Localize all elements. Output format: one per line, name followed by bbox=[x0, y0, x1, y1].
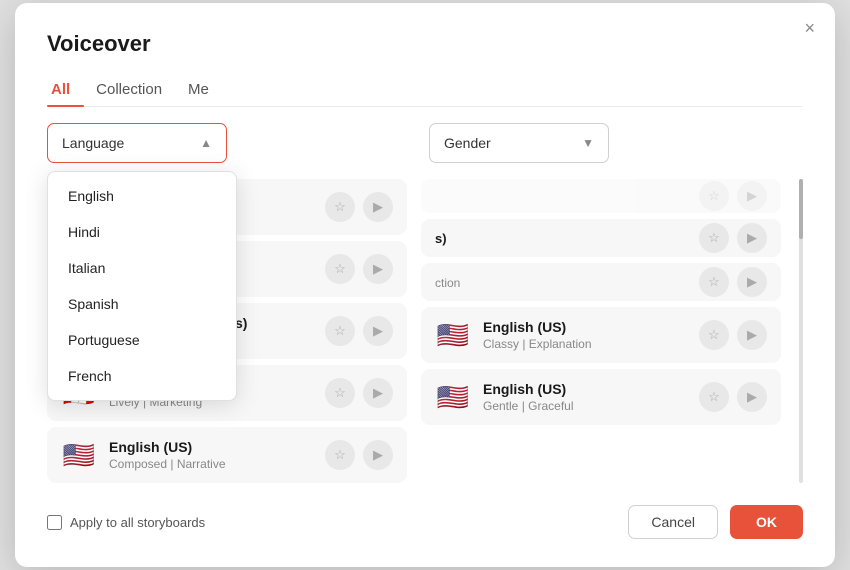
apply-all-checkbox[interactable] bbox=[47, 515, 62, 530]
voice-actions-3: ☆ ▶ bbox=[325, 316, 393, 346]
cancel-button[interactable]: Cancel bbox=[628, 505, 718, 539]
voice-tags-r2: Gentle | Graceful bbox=[483, 399, 687, 413]
dropdown-item-spanish[interactable]: Spanish bbox=[48, 286, 236, 322]
play-button-rp2[interactable]: ▶ bbox=[737, 267, 767, 297]
play-button-5[interactable]: ▶ bbox=[363, 440, 393, 470]
voice-actions-right-top: ☆ ▶ bbox=[699, 181, 767, 211]
footer-row: Apply to all storyboards Cancel OK bbox=[47, 505, 803, 539]
voice-card-us-r1: 🇺🇸 English (US) Classy | Explanation ☆ ▶ bbox=[421, 307, 781, 363]
favorite-button-rp[interactable]: ☆ bbox=[699, 223, 729, 253]
voice-actions-r2: ☆ ▶ bbox=[699, 382, 767, 412]
play-button-4[interactable]: ▶ bbox=[363, 378, 393, 408]
favorite-button-rp2[interactable]: ☆ bbox=[699, 267, 729, 297]
voice-actions-r1: ☆ ▶ bbox=[699, 320, 767, 350]
language-select-wrapper: Language ▲ English Hindi Italian Spanish bbox=[47, 123, 227, 163]
dropdown-item-italian[interactable]: Italian bbox=[48, 250, 236, 286]
dropdown-item-english[interactable]: English bbox=[48, 178, 236, 214]
favorite-button-1[interactable]: ☆ bbox=[325, 192, 355, 222]
voice-name-rp: s) bbox=[435, 231, 687, 246]
play-button-2[interactable]: ▶ bbox=[363, 254, 393, 284]
footer-buttons: Cancel OK bbox=[628, 505, 803, 539]
scrollbar-track bbox=[799, 179, 803, 483]
voice-actions-5: ☆ ▶ bbox=[325, 440, 393, 470]
play-button-r2[interactable]: ▶ bbox=[737, 382, 767, 412]
language-select[interactable]: Language ▲ bbox=[47, 123, 227, 163]
ok-button[interactable]: OK bbox=[730, 505, 803, 539]
favorite-button-r0[interactable]: ☆ bbox=[699, 181, 729, 211]
language-dropdown: English Hindi Italian Spanish Portuguese… bbox=[47, 171, 237, 401]
voice-actions-rp: ☆ ▶ bbox=[699, 223, 767, 253]
dropdown-item-portuguese[interactable]: Portuguese bbox=[48, 322, 236, 358]
dropdown-item-french[interactable]: French bbox=[48, 358, 236, 394]
voice-name-5: English (US) bbox=[109, 439, 313, 455]
tab-collection[interactable]: Collection bbox=[92, 75, 176, 106]
voice-card-right-partial2: ction ☆ ▶ bbox=[421, 263, 781, 301]
voice-card-us-left: 🇺🇸 English (US) Composed | Narrative ☆ ▶ bbox=[47, 427, 407, 483]
voice-tags-5: Composed | Narrative bbox=[109, 457, 313, 471]
favorite-button-5[interactable]: ☆ bbox=[325, 440, 355, 470]
voice-actions-1: ☆ ▶ bbox=[325, 192, 393, 222]
voice-tags-rp2: ction bbox=[435, 276, 687, 290]
voice-info-r2: English (US) Gentle | Graceful bbox=[483, 381, 687, 413]
voice-actions-4: ☆ ▶ bbox=[325, 378, 393, 408]
voice-info-5: English (US) Composed | Narrative bbox=[109, 439, 313, 471]
gender-select[interactable]: Gender ▼ bbox=[429, 123, 609, 163]
flag-us-r1: 🇺🇸 bbox=[435, 320, 471, 351]
filters-row: Language ▲ English Hindi Italian Spanish bbox=[47, 123, 803, 163]
apply-all-label[interactable]: Apply to all storyboards bbox=[47, 515, 205, 530]
close-button[interactable]: × bbox=[804, 19, 815, 37]
modal-title: Voiceover bbox=[47, 31, 803, 57]
favorite-button-r1[interactable]: ☆ bbox=[699, 320, 729, 350]
voice-name-r2: English (US) bbox=[483, 381, 687, 397]
gender-chevron-down-icon: ▼ bbox=[582, 136, 594, 150]
favorite-button-2[interactable]: ☆ bbox=[325, 254, 355, 284]
play-button-1[interactable]: ▶ bbox=[363, 192, 393, 222]
flag-us-r2: 🇺🇸 bbox=[435, 382, 471, 413]
tab-all[interactable]: All bbox=[47, 75, 84, 106]
play-button-3[interactable]: ▶ bbox=[363, 316, 393, 346]
voice-name-r1: English (US) bbox=[483, 319, 687, 335]
tab-me[interactable]: Me bbox=[184, 75, 223, 106]
voice-card-us-r2: 🇺🇸 English (US) Gentle | Graceful ☆ ▶ bbox=[421, 369, 781, 425]
voice-tags-r1: Classy | Explanation bbox=[483, 337, 687, 351]
play-button-r0[interactable]: ▶ bbox=[737, 181, 767, 211]
right-voice-list: ☆ ▶ s) ☆ ▶ ction ☆ bbox=[421, 179, 781, 483]
favorite-button-r2[interactable]: ☆ bbox=[699, 382, 729, 412]
language-chevron-up-icon: ▲ bbox=[200, 136, 212, 150]
play-button-r1[interactable]: ▶ bbox=[737, 320, 767, 350]
favorite-button-3[interactable]: ☆ bbox=[325, 316, 355, 346]
tabs-row: All Collection Me bbox=[47, 75, 803, 107]
voice-info-rp2: ction bbox=[435, 274, 687, 290]
voice-info-r1: English (US) Classy | Explanation bbox=[483, 319, 687, 351]
dropdown-item-hindi[interactable]: Hindi bbox=[48, 214, 236, 250]
voiceover-modal: × Voiceover All Collection Me Language ▲… bbox=[15, 3, 835, 567]
voice-card-right-top: ☆ ▶ bbox=[421, 179, 781, 213]
voice-actions-2: ☆ ▶ bbox=[325, 254, 393, 284]
play-button-rp[interactable]: ▶ bbox=[737, 223, 767, 253]
voice-card-right-partial: s) ☆ ▶ bbox=[421, 219, 781, 257]
scrollbar-thumb[interactable] bbox=[799, 179, 803, 239]
voice-info-rp: s) bbox=[435, 231, 687, 246]
flag-us-left: 🇺🇸 bbox=[61, 440, 97, 471]
favorite-button-4[interactable]: ☆ bbox=[325, 378, 355, 408]
voice-actions-rp2: ☆ ▶ bbox=[699, 267, 767, 297]
